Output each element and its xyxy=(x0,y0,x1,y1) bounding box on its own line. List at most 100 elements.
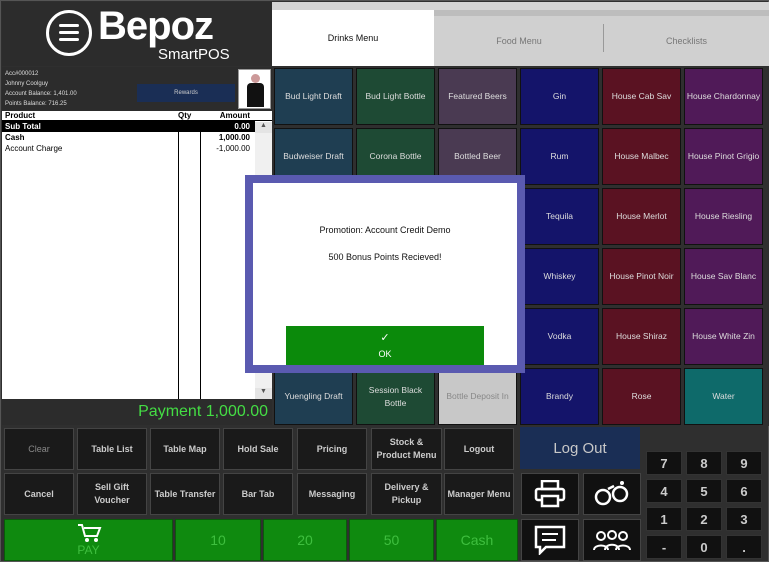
customers-button[interactable] xyxy=(583,519,641,561)
avatar xyxy=(238,69,271,109)
ok-label: OK xyxy=(378,348,392,359)
message-icon xyxy=(534,525,566,555)
pos-window: Bepoz SmartPOS Acc#000012 Johnny Coolguy… xyxy=(0,0,769,562)
tab-food-menu[interactable]: Food Menu xyxy=(434,10,604,66)
sell-gift-voucher-button[interactable]: Sell Gift Voucher xyxy=(77,473,147,515)
product-button[interactable]: House Chardonnay xyxy=(684,68,763,125)
bonus-message: 500 Bonus Points Recieved! xyxy=(328,252,442,262)
tab-checklists[interactable]: Checklists xyxy=(604,10,769,66)
cash-20-button[interactable]: 20 xyxy=(263,519,347,561)
product-button[interactable]: Featured Beers xyxy=(438,68,517,125)
product-button[interactable]: House White Zin xyxy=(684,308,763,365)
product-button[interactable]: Session Black Bottle xyxy=(356,368,435,425)
product-button[interactable]: Bud Light Bottle xyxy=(356,68,435,125)
messaging-button[interactable]: Messaging xyxy=(297,473,367,515)
promotion-dialog: Promotion: Account Credit Demo 500 Bonus… xyxy=(245,175,525,373)
table-list-button[interactable]: Table List xyxy=(77,428,147,470)
keypad-key[interactable]: 8 xyxy=(686,451,722,475)
product-button[interactable]: House Pinot Grigio xyxy=(684,128,763,185)
product-button[interactable]: Gin xyxy=(520,68,599,125)
handcuffs-button[interactable] xyxy=(583,473,641,515)
product-button[interactable]: House Cab Sav xyxy=(602,68,681,125)
pay-label: PAY xyxy=(77,543,100,557)
line-product: Account Charge xyxy=(5,144,63,153)
keypad-key[interactable]: 6 xyxy=(726,479,762,503)
subtotal-amount: 0.00 xyxy=(234,122,250,131)
pay-button[interactable]: PAY xyxy=(4,519,173,561)
order-header: Product Qty Amount xyxy=(2,111,272,121)
table-row[interactable]: Cash 1,000.00 xyxy=(2,132,255,143)
table-map-button[interactable]: Table Map xyxy=(150,428,220,470)
product-button[interactable]: Water xyxy=(684,368,763,425)
line-product: Cash xyxy=(5,133,25,142)
product-button[interactable]: House Malbec xyxy=(602,128,681,185)
handcuffs-icon xyxy=(594,481,629,506)
message-button[interactable] xyxy=(521,519,579,561)
bar-tab-button[interactable]: Bar Tab xyxy=(223,473,293,515)
cash-20-label: 20 xyxy=(297,532,313,548)
product-button[interactable]: Yuengling Draft xyxy=(274,368,353,425)
line-amount: -1,000.00 xyxy=(216,144,250,153)
dialog-body: Promotion: Account Credit Demo 500 Bonus… xyxy=(253,183,517,365)
cash-10-button[interactable]: 10 xyxy=(175,519,261,561)
manager-menu-button[interactable]: Manager Menu xyxy=(444,473,514,515)
subtotal-row: Sub Total 0.00 xyxy=(2,121,255,132)
header-amount: Amount xyxy=(219,111,250,120)
ok-button[interactable]: ✓ OK xyxy=(286,326,484,365)
menu-tabs: Drinks Menu Food Menu Checklists xyxy=(272,2,769,66)
cash-10-label: 10 xyxy=(210,532,226,548)
cancel-button[interactable]: Cancel xyxy=(4,473,74,515)
product-button[interactable]: House Riesling xyxy=(684,188,763,245)
product-button[interactable]: Whiskey xyxy=(520,248,599,305)
table-row[interactable]: Account Charge -1,000.00 xyxy=(2,143,255,154)
product-button[interactable]: Brandy xyxy=(520,368,599,425)
line-amount: 1,000.00 xyxy=(218,133,250,142)
stock-product-menu-button[interactable]: Stock & Product Menu xyxy=(371,428,442,470)
keypad-key[interactable]: 7 xyxy=(646,451,682,475)
print-button[interactable] xyxy=(521,473,579,515)
scroll-down-icon[interactable]: ▼ xyxy=(255,388,272,399)
cash-label: Cash xyxy=(460,532,494,548)
scroll-up-icon[interactable]: ▲ xyxy=(255,122,272,133)
table-transfer-button[interactable]: Table Transfer xyxy=(150,473,220,515)
keypad-key[interactable]: 4 xyxy=(646,479,682,503)
product-button[interactable]: House Sav Blanc xyxy=(684,248,763,305)
product-button[interactable]: House Merlot xyxy=(602,188,681,245)
order-table: Product Qty Amount Sub Total 0.00 Cash 1… xyxy=(2,111,272,399)
product-button[interactable]: Rum xyxy=(520,128,599,185)
keypad-key[interactable]: 2 xyxy=(686,507,722,531)
header-qty: Qty xyxy=(178,111,192,120)
product-button[interactable]: House Shiraz xyxy=(602,308,681,365)
hold-sale-button[interactable]: Hold Sale xyxy=(223,428,293,470)
pricing-button[interactable]: Pricing xyxy=(297,428,367,470)
keypad-key[interactable]: 0 xyxy=(686,535,722,559)
brand-sub: SmartPOS xyxy=(158,46,230,63)
product-button[interactable]: Vodka xyxy=(520,308,599,365)
keypad-key[interactable]: 9 xyxy=(726,451,762,475)
subtotal-label: Sub Total xyxy=(5,122,41,131)
keypad-key[interactable]: 3 xyxy=(726,507,762,531)
account-number: Acc#000012 xyxy=(5,71,39,77)
cart-icon xyxy=(77,524,101,542)
delivery-pickup-button[interactable]: Delivery & Pickup xyxy=(371,473,442,515)
log-out-button[interactable]: Log Out xyxy=(520,427,640,469)
keypad-key[interactable]: . xyxy=(726,535,762,559)
check-icon: ✓ xyxy=(380,331,390,344)
product-button[interactable]: Tequila xyxy=(520,188,599,245)
menu-icon[interactable] xyxy=(46,10,92,56)
cash-button[interactable]: Cash xyxy=(436,519,518,561)
header-logo: Bepoz SmartPOS xyxy=(2,2,272,66)
header-product: Product xyxy=(5,111,36,120)
keypad-key[interactable]: 1 xyxy=(646,507,682,531)
cash-50-button[interactable]: 50 xyxy=(349,519,434,561)
keypad-key[interactable]: 5 xyxy=(686,479,722,503)
product-button[interactable]: Rose xyxy=(602,368,681,425)
tab-drinks-menu[interactable]: Drinks Menu xyxy=(272,10,434,66)
keypad-key[interactable]: - xyxy=(646,535,682,559)
product-button[interactable]: Bud Light Draft xyxy=(274,68,353,125)
product-button[interactable]: House Pinot Noir xyxy=(602,248,681,305)
clear-button[interactable]: Clear xyxy=(4,428,74,470)
logout-button[interactable]: Logout xyxy=(444,428,514,470)
product-button[interactable]: Bottle Deposit In xyxy=(438,368,517,425)
rewards-button[interactable]: Rewards xyxy=(137,84,235,102)
